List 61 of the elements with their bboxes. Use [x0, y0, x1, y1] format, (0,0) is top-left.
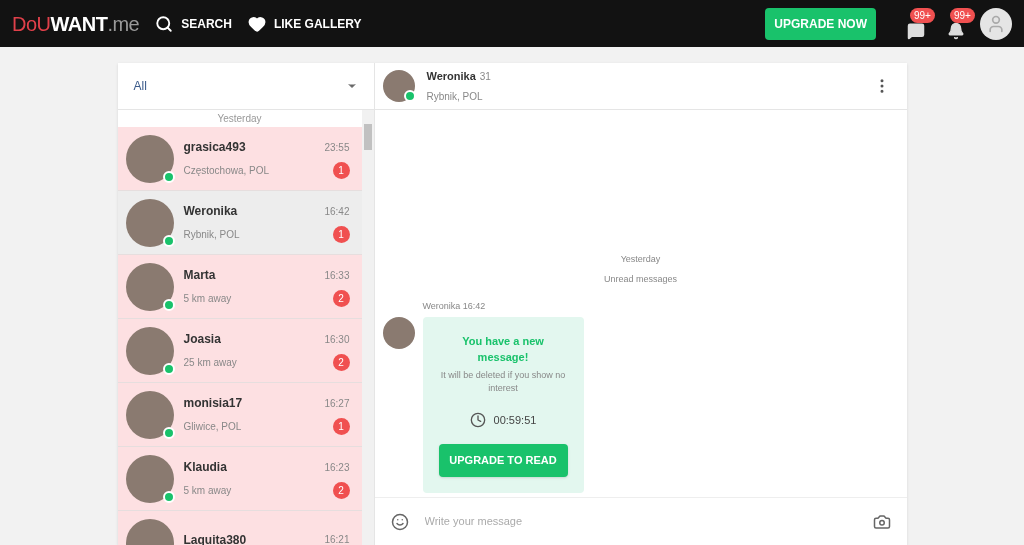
contact-name: Joasia — [183, 331, 221, 348]
location-label: 25 km away — [183, 356, 237, 370]
search-icon — [155, 14, 174, 33]
location-label: Częstochowa, POL — [183, 164, 270, 178]
unread-count: 2 — [332, 290, 350, 307]
location-label: 5 km away — [183, 292, 232, 306]
time-label: 16:23 — [324, 460, 350, 475]
message-input[interactable]: Write your message — [424, 513, 857, 530]
unread-count: 2 — [332, 482, 350, 499]
logo: DoUWANT.me — [12, 13, 140, 34]
time-label: 16:30 — [324, 332, 350, 347]
unread-count: 1 — [332, 226, 350, 243]
contact-name: monisia17 — [183, 395, 243, 412]
message-title: You have a new message! — [461, 333, 545, 365]
filter-dropdown[interactable]: All — [117, 63, 374, 110]
time-label: 16:21 — [324, 533, 350, 545]
conversation-item[interactable]: Marta 16:33 5 km away 2 — [117, 255, 362, 319]
nav-link[interactable]: LIKE GALLERY — [247, 14, 362, 33]
photo-placeholder — [382, 70, 415, 102]
time-label: 23:55 — [324, 140, 350, 155]
contact-name: grasica493 — [183, 139, 246, 156]
age-label: 31 — [479, 70, 491, 85]
contact-name: Weronika — [183, 203, 238, 220]
conversation-item[interactable]: grasica493 23:55 Częstochowa, POL 1 — [117, 127, 362, 191]
camera-icon[interactable] — [872, 512, 891, 531]
time-label: 16:27 — [324, 396, 350, 411]
day-label: Yesterday — [619, 253, 662, 266]
unread-divider: Unread messages — [602, 272, 678, 286]
notifications-button[interactable]: 99+ — [936, 3, 976, 44]
photo-placeholder — [382, 316, 415, 349]
sender-time: Weronika 16:42 — [422, 300, 487, 313]
bell-icon — [947, 21, 965, 40]
chat-bubble-icon — [907, 21, 925, 40]
location-label: 5 km away — [183, 484, 232, 498]
person-icon — [986, 13, 1006, 34]
message-note: It will be deleted if you show no interest — [439, 368, 567, 395]
day-label: Yesterday — [216, 112, 263, 126]
conversation-item[interactable]: Klaudia 16:23 5 km away 2 — [117, 447, 362, 511]
messages-button[interactable]: 99+ — [896, 3, 936, 44]
heart-icon — [247, 14, 266, 33]
contact-name: Marta — [183, 267, 216, 284]
conversation-item[interactable]: Weronika 16:42 Rybnik, POL 1 — [117, 191, 362, 255]
location-label: Rybnik, POL — [426, 89, 484, 104]
conversation-item[interactable]: monisia17 16:27 Gliwice, POL 1 — [117, 383, 362, 447]
time-label: 16:42 — [324, 204, 350, 219]
contact-name: Weronika — [426, 69, 476, 85]
count-badge: 99+ — [950, 7, 975, 23]
time-label: 16:33 — [324, 268, 350, 283]
contact-name: Klaudia — [183, 459, 227, 476]
profile-avatar[interactable] — [980, 7, 1012, 40]
unread-count: 2 — [332, 354, 350, 371]
clock-icon — [469, 411, 486, 428]
conversation-item[interactable]: Joasia 16:30 25 km away 2 — [117, 319, 362, 383]
emoji-icon[interactable] — [390, 512, 409, 531]
location-label: Rybnik, POL — [183, 228, 240, 242]
unread-count: 1 — [332, 162, 350, 179]
location-label: Gliwice, POL — [183, 420, 242, 434]
nav-link[interactable]: SEARCH — [155, 14, 232, 33]
countdown-timer: 00:59:51 — [493, 412, 537, 428]
unread-count: 1 — [332, 418, 350, 435]
count-badge: 99+ — [910, 7, 935, 23]
